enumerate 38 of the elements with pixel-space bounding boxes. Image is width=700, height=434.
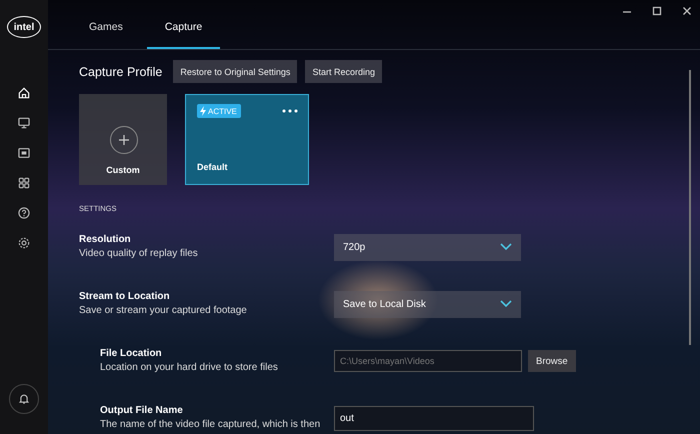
- setting-label: File Location: [100, 348, 163, 359]
- setting-description: Save or stream your captured footage: [79, 305, 248, 317]
- more-options-icon[interactable]: [282, 109, 298, 113]
- home-icon: [17, 86, 31, 100]
- notifications-button[interactable]: [9, 384, 39, 414]
- setting-description: The name of the video file captured, which is then: [100, 419, 322, 431]
- profile-card[interactable]: ACTIVE Default: [185, 94, 309, 185]
- help-icon: [17, 206, 31, 220]
- settings-icon: [17, 236, 31, 250]
- header-button[interactable]: Restore to Original Settings: [173, 60, 298, 83]
- profile-name: Default: [197, 162, 228, 172]
- path-field[interactable]: C:\Users\mayan\Videos: [334, 350, 522, 372]
- active-badge: ACTIVE: [197, 104, 241, 118]
- plus-icon: [110, 126, 138, 154]
- intel-logo: intel: [7, 16, 41, 38]
- setting-description: Location on your hard drive to store files: [100, 362, 279, 374]
- monitor-icon: [17, 116, 31, 130]
- bell-icon: [17, 392, 31, 406]
- scrollbar[interactable]: [689, 70, 691, 345]
- dropdown[interactable]: Save to Local Disk: [334, 290, 521, 318]
- chevron-down-icon: [500, 243, 512, 251]
- input-field[interactable]: out: [334, 406, 534, 430]
- setting-label: Resolution: [79, 234, 132, 245]
- browse-button[interactable]: Browse: [528, 350, 576, 372]
- profile-card[interactable]: Custom: [79, 94, 167, 185]
- setting-description: Video quality of replay files: [79, 248, 199, 260]
- grid-icon: [17, 176, 31, 190]
- profile-name: Custom: [106, 165, 140, 175]
- setting-label: Stream to Location: [79, 291, 171, 302]
- tab[interactable]: Games: [79, 21, 133, 49]
- dropdown[interactable]: 720p: [334, 234, 521, 260]
- media-icon: [17, 146, 31, 160]
- setting-label: Output File Name: [100, 405, 184, 416]
- header-button[interactable]: Start Recording: [305, 60, 382, 83]
- section-title: Capture Profile: [79, 64, 162, 78]
- maximize-button[interactable]: [650, 4, 664, 18]
- tab[interactable]: Capture: [146, 21, 220, 49]
- chevron-down-icon: [500, 300, 512, 308]
